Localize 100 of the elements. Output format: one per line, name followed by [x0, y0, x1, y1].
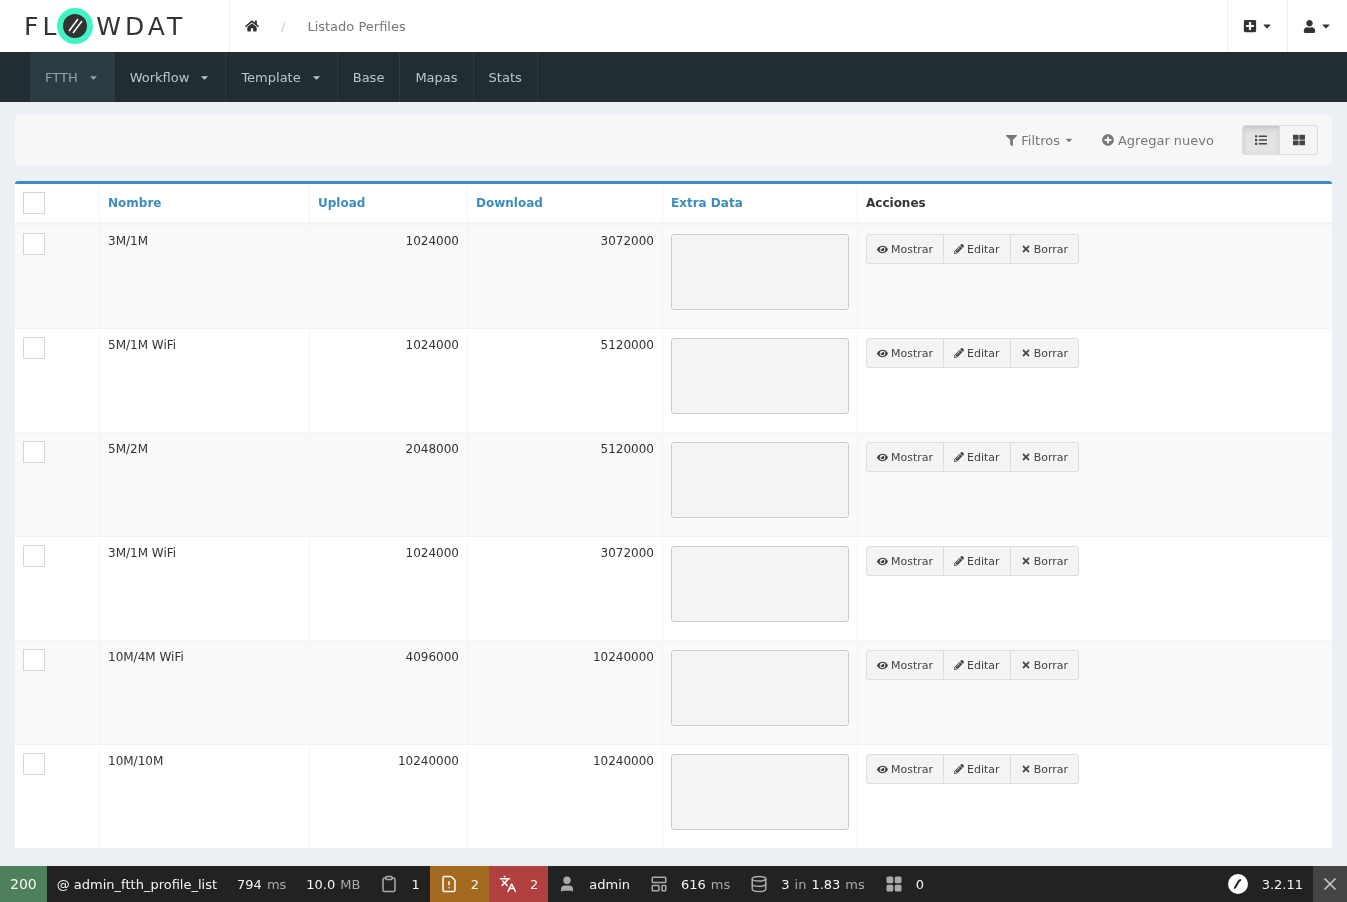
grid-icon: [1292, 134, 1305, 146]
logo-icon: [56, 7, 95, 45]
breadcrumb-separator: /: [281, 18, 286, 34]
warning-icon: [439, 875, 458, 893]
action-button[interactable]: Editar: [943, 650, 1011, 680]
action-button[interactable]: Borrar: [1009, 338, 1080, 368]
action-button[interactable]: Mostrar: [866, 546, 945, 576]
close-icon: [1020, 348, 1031, 358]
row-checkbox[interactable]: [23, 337, 45, 359]
forms-item[interactable]: 0: [874, 866, 935, 902]
action-button[interactable]: Borrar: [1009, 650, 1080, 680]
close-button[interactable]: [1313, 866, 1347, 902]
column-header[interactable]: Download: [476, 196, 543, 210]
action-button[interactable]: Editar: [943, 546, 1011, 576]
user-icon: [1303, 19, 1316, 33]
pencil-icon: [954, 244, 965, 254]
table-cell: 4096000: [405, 650, 459, 664]
action-button[interactable]: Mostrar: [866, 754, 945, 784]
translation-icon: [498, 875, 517, 893]
route-name[interactable]: @ admin_ftth_profile_list: [56, 876, 218, 892]
action-button[interactable]: Mostrar: [866, 650, 945, 680]
clipboard-icon: [380, 875, 399, 893]
plus-icon: [1242, 19, 1257, 33]
pencil-icon: [954, 348, 965, 358]
grid-icon: [884, 875, 903, 893]
filters-button[interactable]: Filtros: [1006, 132, 1074, 148]
nav-item[interactable]: Base: [337, 52, 401, 102]
action-button[interactable]: Editar: [943, 754, 1011, 784]
status-code[interactable]: 200: [0, 866, 47, 902]
row-checkbox[interactable]: [23, 441, 45, 463]
user-item[interactable]: admin: [548, 866, 640, 902]
layout-icon: [650, 875, 668, 893]
plus-icon: [1101, 134, 1114, 146]
breadcrumb-current: Listado Perfiles: [307, 18, 406, 34]
logo-icon: [1226, 873, 1249, 895]
action-button[interactable]: Editar: [943, 442, 1011, 472]
logo-text: WDAT: [96, 13, 187, 39]
pencil-icon: [954, 660, 965, 670]
row-checkbox[interactable]: [23, 233, 45, 255]
action-button[interactable]: Mostrar: [866, 442, 945, 472]
eye-icon: [877, 243, 888, 255]
column-header[interactable]: Nombre: [108, 196, 162, 210]
grid-view-button[interactable]: [1280, 125, 1318, 155]
select-all-checkbox[interactable]: [23, 192, 45, 214]
table-cell: 3M/1M: [108, 234, 149, 248]
column-header[interactable]: Upload: [318, 196, 366, 210]
close-icon: [1020, 764, 1031, 774]
row-checkbox[interactable]: [23, 753, 45, 775]
extra-data-field[interactable]: [671, 546, 849, 622]
version-item[interactable]: 3.2.11: [1216, 866, 1313, 902]
eye-icon: [877, 763, 888, 775]
toolbar-item[interactable]: 2: [488, 866, 549, 902]
close-icon: [1020, 556, 1031, 566]
action-button[interactable]: Editar: [943, 338, 1011, 368]
row-checkbox[interactable]: [23, 649, 45, 671]
nav-item[interactable]: Mapas: [400, 52, 474, 102]
home-icon[interactable]: [245, 19, 259, 33]
nav-item[interactable]: Template: [226, 52, 338, 102]
close-icon: [1020, 244, 1031, 254]
action-button[interactable]: Borrar: [1009, 234, 1080, 264]
table-cell: 3072000: [600, 546, 654, 560]
nav-item[interactable]: Workflow: [114, 52, 227, 102]
logo-text: FL: [24, 13, 61, 39]
column-header: Acciones: [866, 196, 926, 210]
eye-icon: [877, 347, 888, 359]
close-icon: [1020, 452, 1031, 462]
list-view-button[interactable]: [1242, 125, 1280, 155]
eye-icon: [877, 555, 888, 567]
table-cell: 5M/1M WiFi: [108, 338, 177, 352]
table-cell: 5120000: [600, 442, 654, 456]
extra-data-field[interactable]: [671, 234, 849, 310]
list-icon: [1255, 134, 1267, 146]
table-cell: 1024000: [405, 234, 459, 248]
action-button[interactable]: Mostrar: [866, 234, 945, 264]
pencil-icon: [954, 452, 965, 462]
table-cell: 2048000: [405, 442, 459, 456]
action-button[interactable]: Editar: [943, 234, 1011, 264]
extra-data-field[interactable]: [671, 442, 849, 518]
eye-icon: [877, 451, 888, 463]
extra-data-field[interactable]: [671, 650, 849, 726]
nav-item[interactable]: Stats: [473, 52, 538, 102]
render-time[interactable]: 616 ms: [640, 866, 741, 902]
action-button[interactable]: Mostrar: [866, 338, 945, 368]
table-cell: 5120000: [600, 338, 654, 352]
extra-data-field[interactable]: [671, 754, 849, 830]
action-button[interactable]: Borrar: [1009, 442, 1080, 472]
eye-icon: [877, 659, 888, 671]
request-time[interactable]: 794 ms: [227, 866, 297, 902]
row-checkbox[interactable]: [23, 545, 45, 567]
action-button[interactable]: Borrar: [1009, 754, 1080, 784]
nav-item[interactable]: FTTH: [30, 52, 115, 102]
column-header[interactable]: Extra Data: [671, 196, 743, 210]
memory-usage[interactable]: 10.0 MB: [296, 866, 371, 902]
close-icon: [1020, 660, 1031, 670]
toolbar-item[interactable]: 2: [429, 866, 489, 902]
action-button[interactable]: Borrar: [1009, 546, 1080, 576]
add-new-button[interactable]: Agregar nuevo: [1101, 132, 1214, 148]
extra-data-field[interactable]: [671, 338, 849, 414]
table-cell: 1024000: [405, 338, 459, 352]
database-item[interactable]: 3 in 1.83 ms: [740, 866, 875, 902]
